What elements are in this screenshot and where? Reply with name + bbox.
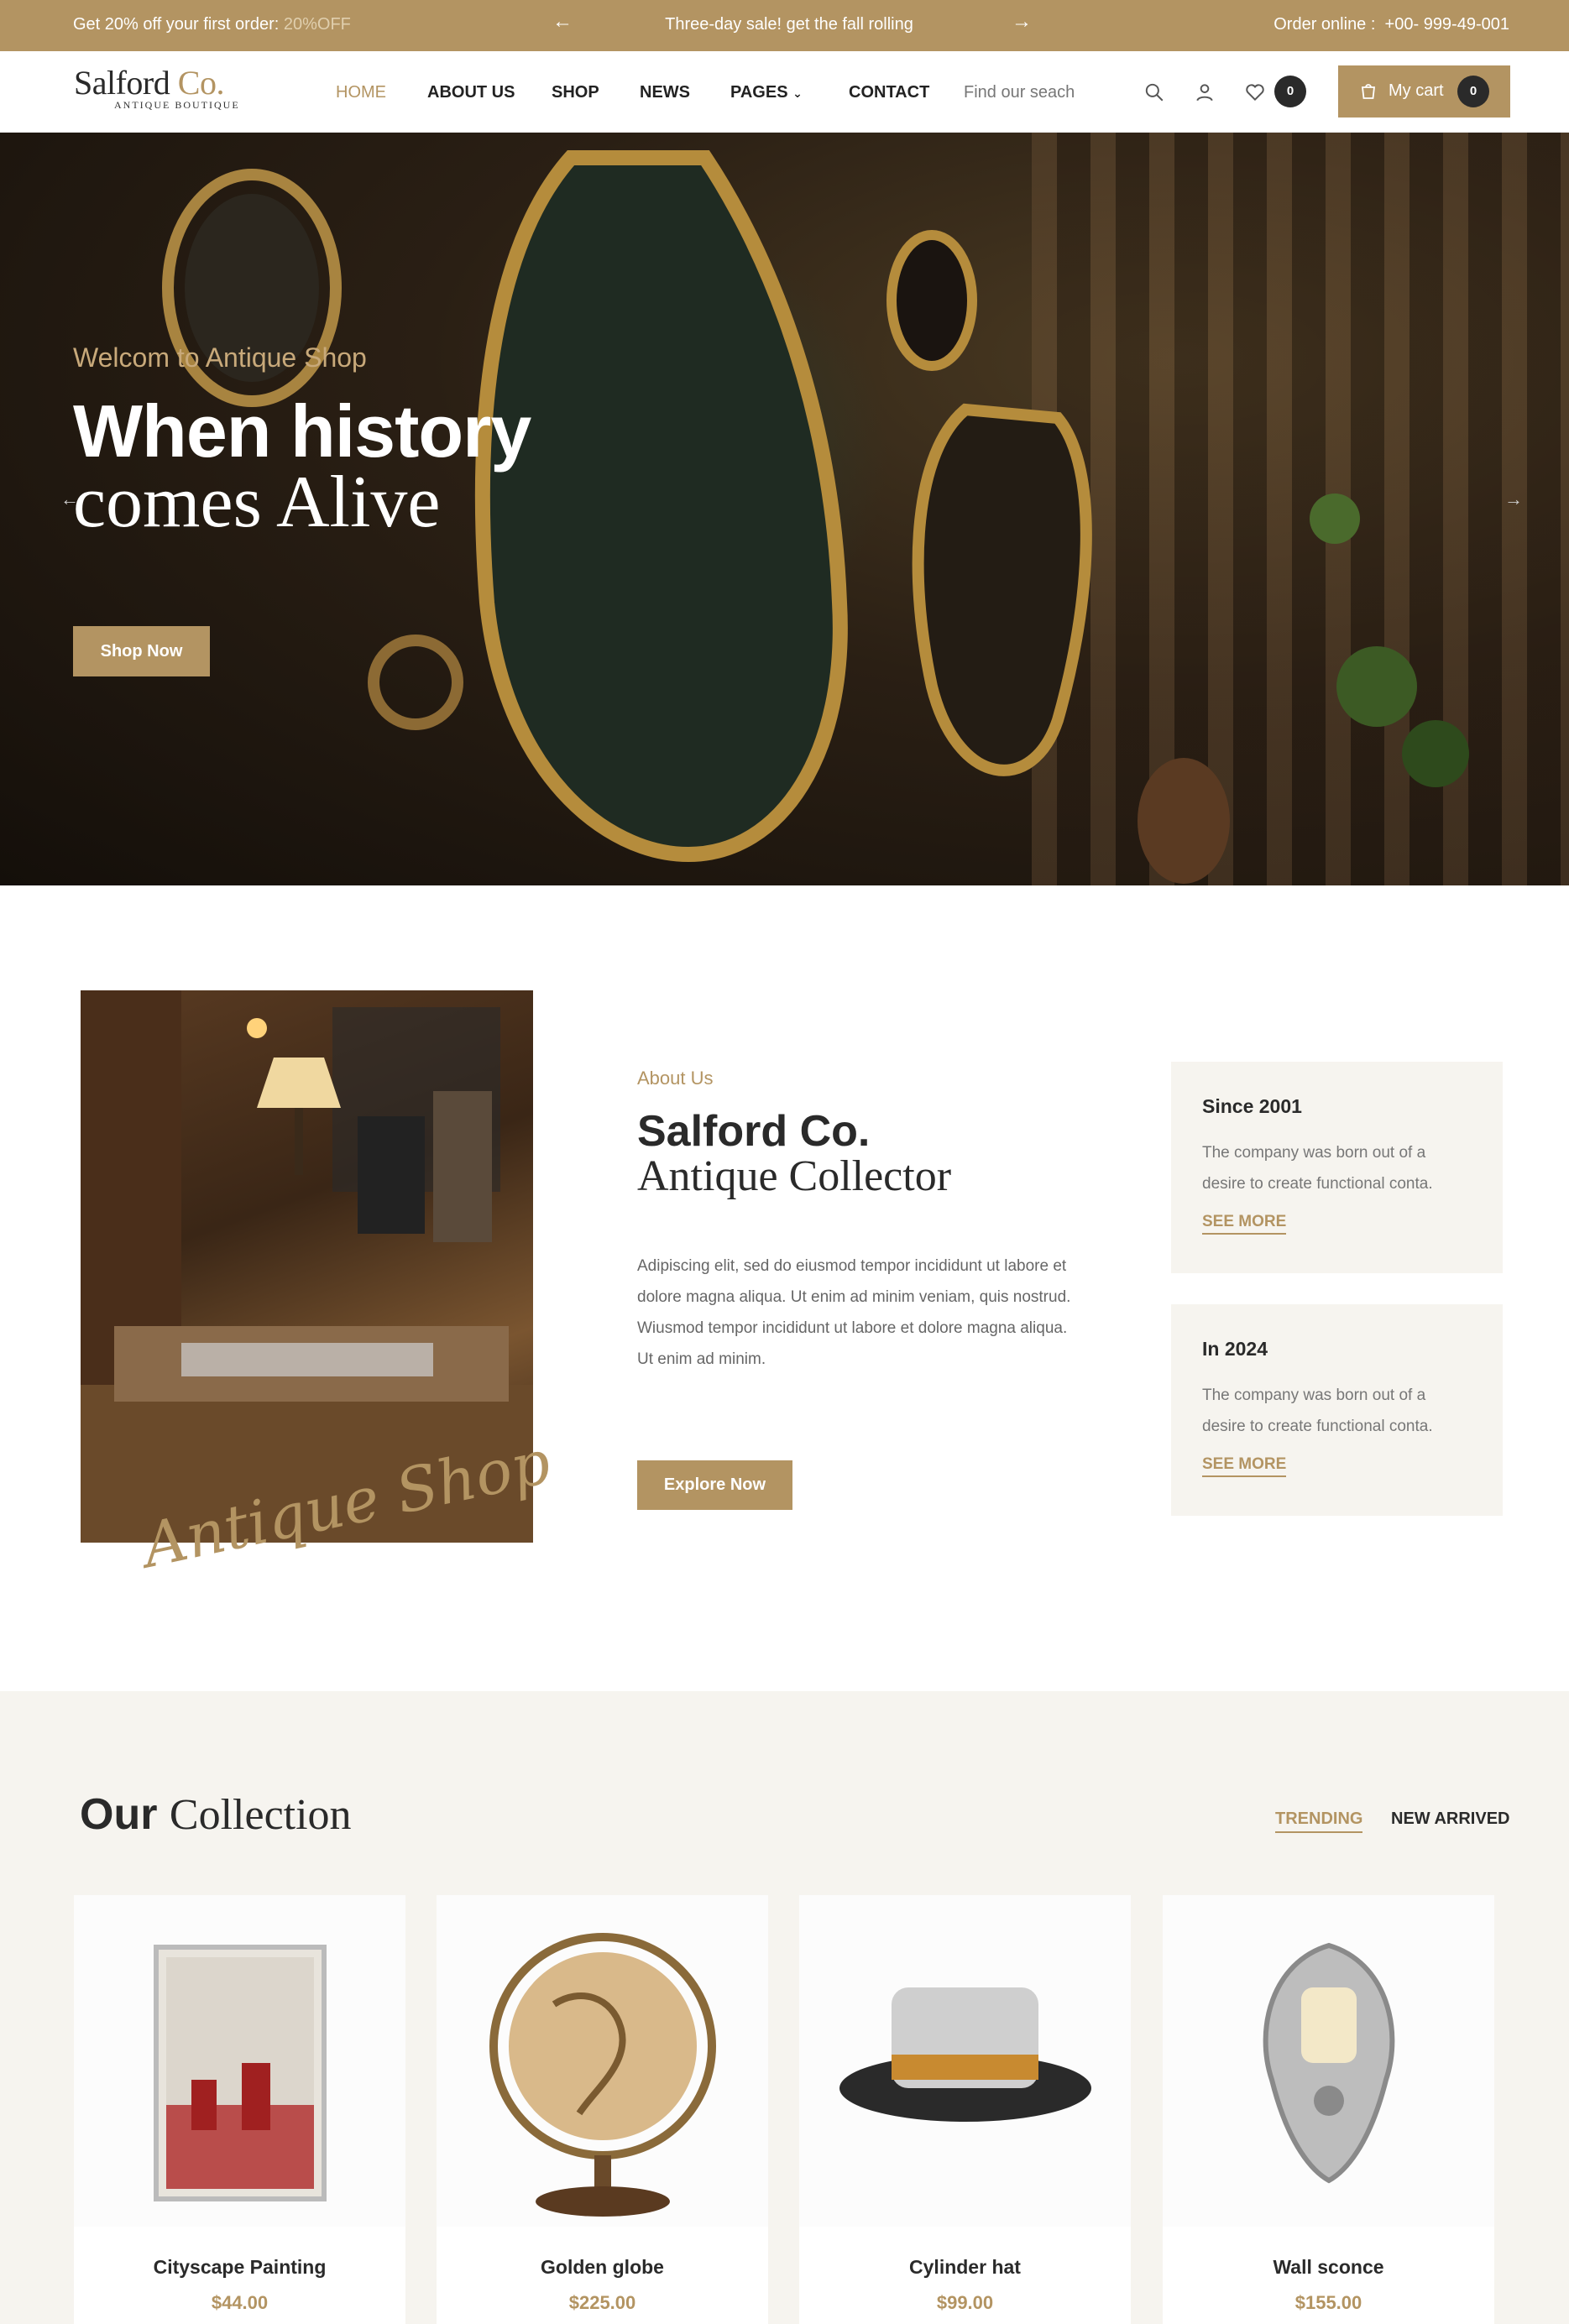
hero-title-line2: comes Alive xyxy=(73,462,441,543)
search-icon[interactable] xyxy=(1143,81,1165,103)
collection-section: Our Collection TRENDING NEW ARRIVED City… xyxy=(0,1691,1569,2324)
see-more-link[interactable]: SEE MORE xyxy=(1202,1455,1287,1477)
card-heading: Since 2001 xyxy=(1202,1095,1302,1117)
sale-message: Three-day sale! get the fall rolling xyxy=(665,15,913,34)
hero-prev-arrow-icon[interactable]: ← xyxy=(60,488,79,510)
heart-icon[interactable] xyxy=(1244,81,1266,103)
phone-label: Order online : xyxy=(1274,15,1376,34)
nav-contact[interactable]: CONTACT xyxy=(849,83,929,102)
card-text: The company was born out of a desire to … xyxy=(1202,1144,1433,1193)
product-name[interactable]: Golden globe xyxy=(437,2256,768,2279)
about-paragraph-2: Wiusmod tempor incididunt ut labore et d… xyxy=(637,1319,1068,1368)
product-image[interactable] xyxy=(799,1895,1131,2227)
nav-pages-label: PAGES xyxy=(730,83,788,102)
announcement-bar: Get 20% off your first order: 20%OFF ← T… xyxy=(0,0,1569,51)
arrow-right-icon[interactable]: → xyxy=(1012,12,1032,32)
hero-banner: Welcom to Antique Shop When history come… xyxy=(0,133,1569,885)
product-price: $44.00 xyxy=(211,2292,269,2313)
promo-text: Get 20% off your first order: 20%OFF xyxy=(73,15,351,34)
product-card[interactable]: Cylinder hat $99.00 xyxy=(799,1895,1131,2324)
cart-icon xyxy=(1361,84,1376,99)
history-card-2024: In 2024 The company was born out of a de… xyxy=(1171,1304,1503,1516)
product-price: $225.00 xyxy=(568,2292,636,2313)
collection-title: Our Collection xyxy=(80,1789,352,1840)
search-input[interactable]: Find our seach xyxy=(964,83,1075,102)
user-icon[interactable] xyxy=(1194,81,1216,103)
product-price: $155.00 xyxy=(1294,2292,1362,2313)
collection-title-bold: Our xyxy=(80,1790,158,1839)
about-label: About Us xyxy=(637,1068,714,1089)
hero-next-arrow-icon[interactable]: → xyxy=(1504,488,1523,510)
explore-now-button[interactable]: Explore Now xyxy=(637,1460,792,1510)
product-price: $99.00 xyxy=(936,2292,994,2313)
wishlist-count-badge: 0 xyxy=(1274,76,1306,107)
history-card-2001: Since 2001 The company was born out of a… xyxy=(1171,1062,1503,1273)
card-text: The company was born out of a desire to … xyxy=(1202,1387,1433,1435)
logo[interactable]: Salford Co. ANTIQUE BOUTIQUE xyxy=(74,63,259,120)
tab-trending[interactable]: TRENDING xyxy=(1275,1810,1363,1833)
product-image[interactable] xyxy=(437,1895,768,2227)
logo-name: Salford xyxy=(74,64,170,102)
product-name[interactable]: Cityscape Painting xyxy=(74,2256,405,2279)
phone-number[interactable]: +00- 999-49-001 xyxy=(1385,15,1509,34)
about-paragraph-1: Adipiscing elit, sed do eiusmod tempor i… xyxy=(637,1257,1071,1306)
about-description: Adipiscing elit, sed do eiusmod tempor i… xyxy=(637,1251,1074,1375)
nav-shop[interactable]: SHOP xyxy=(552,83,599,102)
nav-news[interactable]: NEWS xyxy=(640,83,690,102)
cart-button[interactable]: My cart 0 xyxy=(1338,65,1510,118)
site-header: Salford Co. ANTIQUE BOUTIQUE HOME ABOUT … xyxy=(0,51,1569,133)
cart-label: My cart xyxy=(1389,81,1444,100)
about-subtitle: Antique Collector xyxy=(637,1152,952,1200)
product-name[interactable]: Wall sconce xyxy=(1163,2256,1494,2279)
product-card[interactable]: Wall sconce $155.00 xyxy=(1163,1895,1494,2324)
nav-home[interactable]: HOME xyxy=(336,83,386,102)
collection-title-rest: Collection xyxy=(169,1791,352,1839)
hero-subtitle: Welcom to Antique Shop xyxy=(73,342,367,373)
cart-count-badge: 0 xyxy=(1457,76,1489,107)
product-name[interactable]: Cylinder hat xyxy=(799,2256,1131,2279)
see-more-link[interactable]: SEE MORE xyxy=(1202,1213,1287,1235)
product-card[interactable]: Cityscape Painting $44.00 xyxy=(74,1895,405,2324)
product-image[interactable] xyxy=(1163,1895,1494,2227)
about-title: Salford Co. xyxy=(637,1107,871,1156)
tab-new-arrived[interactable]: NEW ARRIVED xyxy=(1391,1810,1509,1829)
logo-tagline: ANTIQUE BOUTIQUE xyxy=(114,99,240,111)
chevron-down-icon: ⌄ xyxy=(792,86,803,100)
promo-code: 20%OFF xyxy=(283,15,351,34)
product-image[interactable] xyxy=(74,1895,405,2227)
product-card[interactable]: Golden globe $225.00 xyxy=(437,1895,768,2324)
nav-about-us[interactable]: ABOUT US xyxy=(427,83,515,102)
nav-pages[interactable]: PAGES ⌄ xyxy=(730,83,803,102)
promo-label: Get 20% off your first order: xyxy=(73,15,280,34)
card-heading: In 2024 xyxy=(1202,1338,1268,1360)
shop-now-button[interactable]: Shop Now xyxy=(73,626,210,676)
logo-co: Co. xyxy=(177,64,225,102)
order-phone: Order online : +00- 999-49-001 xyxy=(1274,15,1509,34)
